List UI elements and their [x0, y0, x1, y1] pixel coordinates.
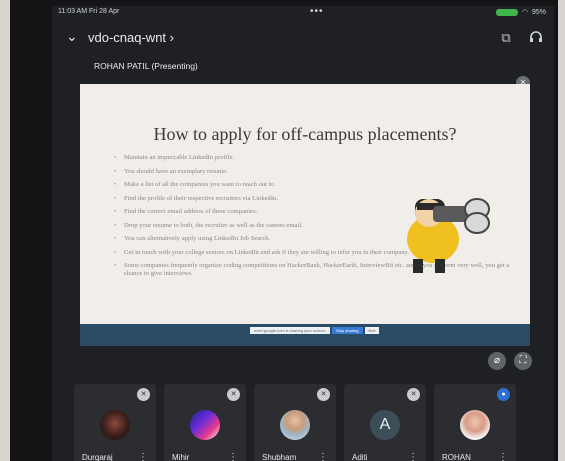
battery-percent: 95%	[531, 8, 546, 16]
pin-off-icon[interactable]: ⌀	[488, 352, 506, 370]
participant-name: Mihir	[172, 453, 190, 461]
wifi-icon: ◠	[521, 9, 528, 16]
presentation-slide: How to apply for off-campus placements? …	[80, 84, 530, 346]
avatar	[280, 410, 310, 440]
more-vert-icon[interactable]: ⋮	[228, 452, 238, 461]
headphones-icon[interactable]	[528, 30, 544, 46]
chevron-down-icon[interactable]: ⌄	[66, 28, 78, 45]
mic-off-icon: ✕	[317, 388, 330, 401]
meeting-header: ⌄ vdo-cnaq-wnt › ⧉	[52, 24, 554, 54]
hide-button[interactable]: Hide	[364, 326, 379, 334]
avatar	[190, 410, 220, 440]
speaking-indicator-icon: ●	[497, 388, 510, 401]
participant-name: ROHAN	[442, 453, 471, 461]
participant-tile[interactable]: ✕ Durgaraj ⋮	[74, 384, 156, 461]
more-vert-icon[interactable]: ⋮	[318, 452, 328, 461]
participant-tile[interactable]: ✕ Shubham ⋮	[254, 384, 336, 461]
mic-off-icon: ✕	[407, 388, 420, 401]
meet-screen: 11:03 AM Fri 28 Apr ••• ◠ 95% ⌄ vdo-cnaq…	[52, 6, 554, 461]
slide-bullet: You should have an exemplary resume.	[114, 168, 464, 176]
avatar	[460, 410, 490, 440]
avatar: A	[370, 410, 400, 440]
presenter-label: ROHAN PATIL (Presenting)	[94, 61, 198, 71]
participant-tile[interactable]: ✕ A Aditi ⋮	[344, 384, 426, 461]
screen-share-bar: meet.google.com is sharing your screen. …	[250, 326, 379, 334]
more-vert-icon[interactable]: ⋮	[498, 452, 508, 461]
chevron-right-icon: ›	[169, 30, 175, 45]
mic-off-icon: ✕	[137, 388, 150, 401]
participant-name: Shubham	[262, 453, 297, 461]
status-time: 11:03 AM Fri 28 Apr	[58, 8, 120, 15]
fullscreen-icon[interactable]: ⛶	[514, 352, 532, 370]
slide-bullet: Maintain an impeccable LinkedIn profile.	[114, 154, 464, 162]
participant-strip: ✕ Durgaraj ⋮ ✕ Mihir ⋮ ✕ Shubham ⋮ ✕ A A…	[74, 384, 516, 461]
participant-name: Aditi	[352, 453, 368, 461]
binoculars-illustration	[407, 198, 490, 273]
participant-tile[interactable]: ✕ Mihir ⋮	[164, 384, 246, 461]
participant-name: Durgaraj	[82, 453, 113, 461]
multitask-dots[interactable]: •••	[310, 6, 324, 17]
more-vert-icon[interactable]: ⋮	[138, 452, 148, 461]
battery-icon	[495, 8, 518, 16]
avatar	[100, 410, 130, 440]
stop-sharing-button[interactable]: Stop sharing	[332, 326, 363, 334]
camera-switch-icon[interactable]: ⧉	[498, 30, 514, 46]
mic-off-icon: ✕	[227, 388, 240, 401]
slide-title: How to apply for off-campus placements?	[153, 124, 457, 144]
meeting-code[interactable]: vdo-cnaq-wnt ›	[88, 30, 174, 45]
sharing-notice: meet.google.com is sharing your screen.	[250, 326, 331, 334]
more-vert-icon[interactable]: ⋮	[408, 452, 418, 461]
status-bar: 11:03 AM Fri 28 Apr ••• ◠ 95%	[52, 6, 554, 20]
participant-tile[interactable]: ● ROHAN ⋮	[434, 384, 516, 461]
